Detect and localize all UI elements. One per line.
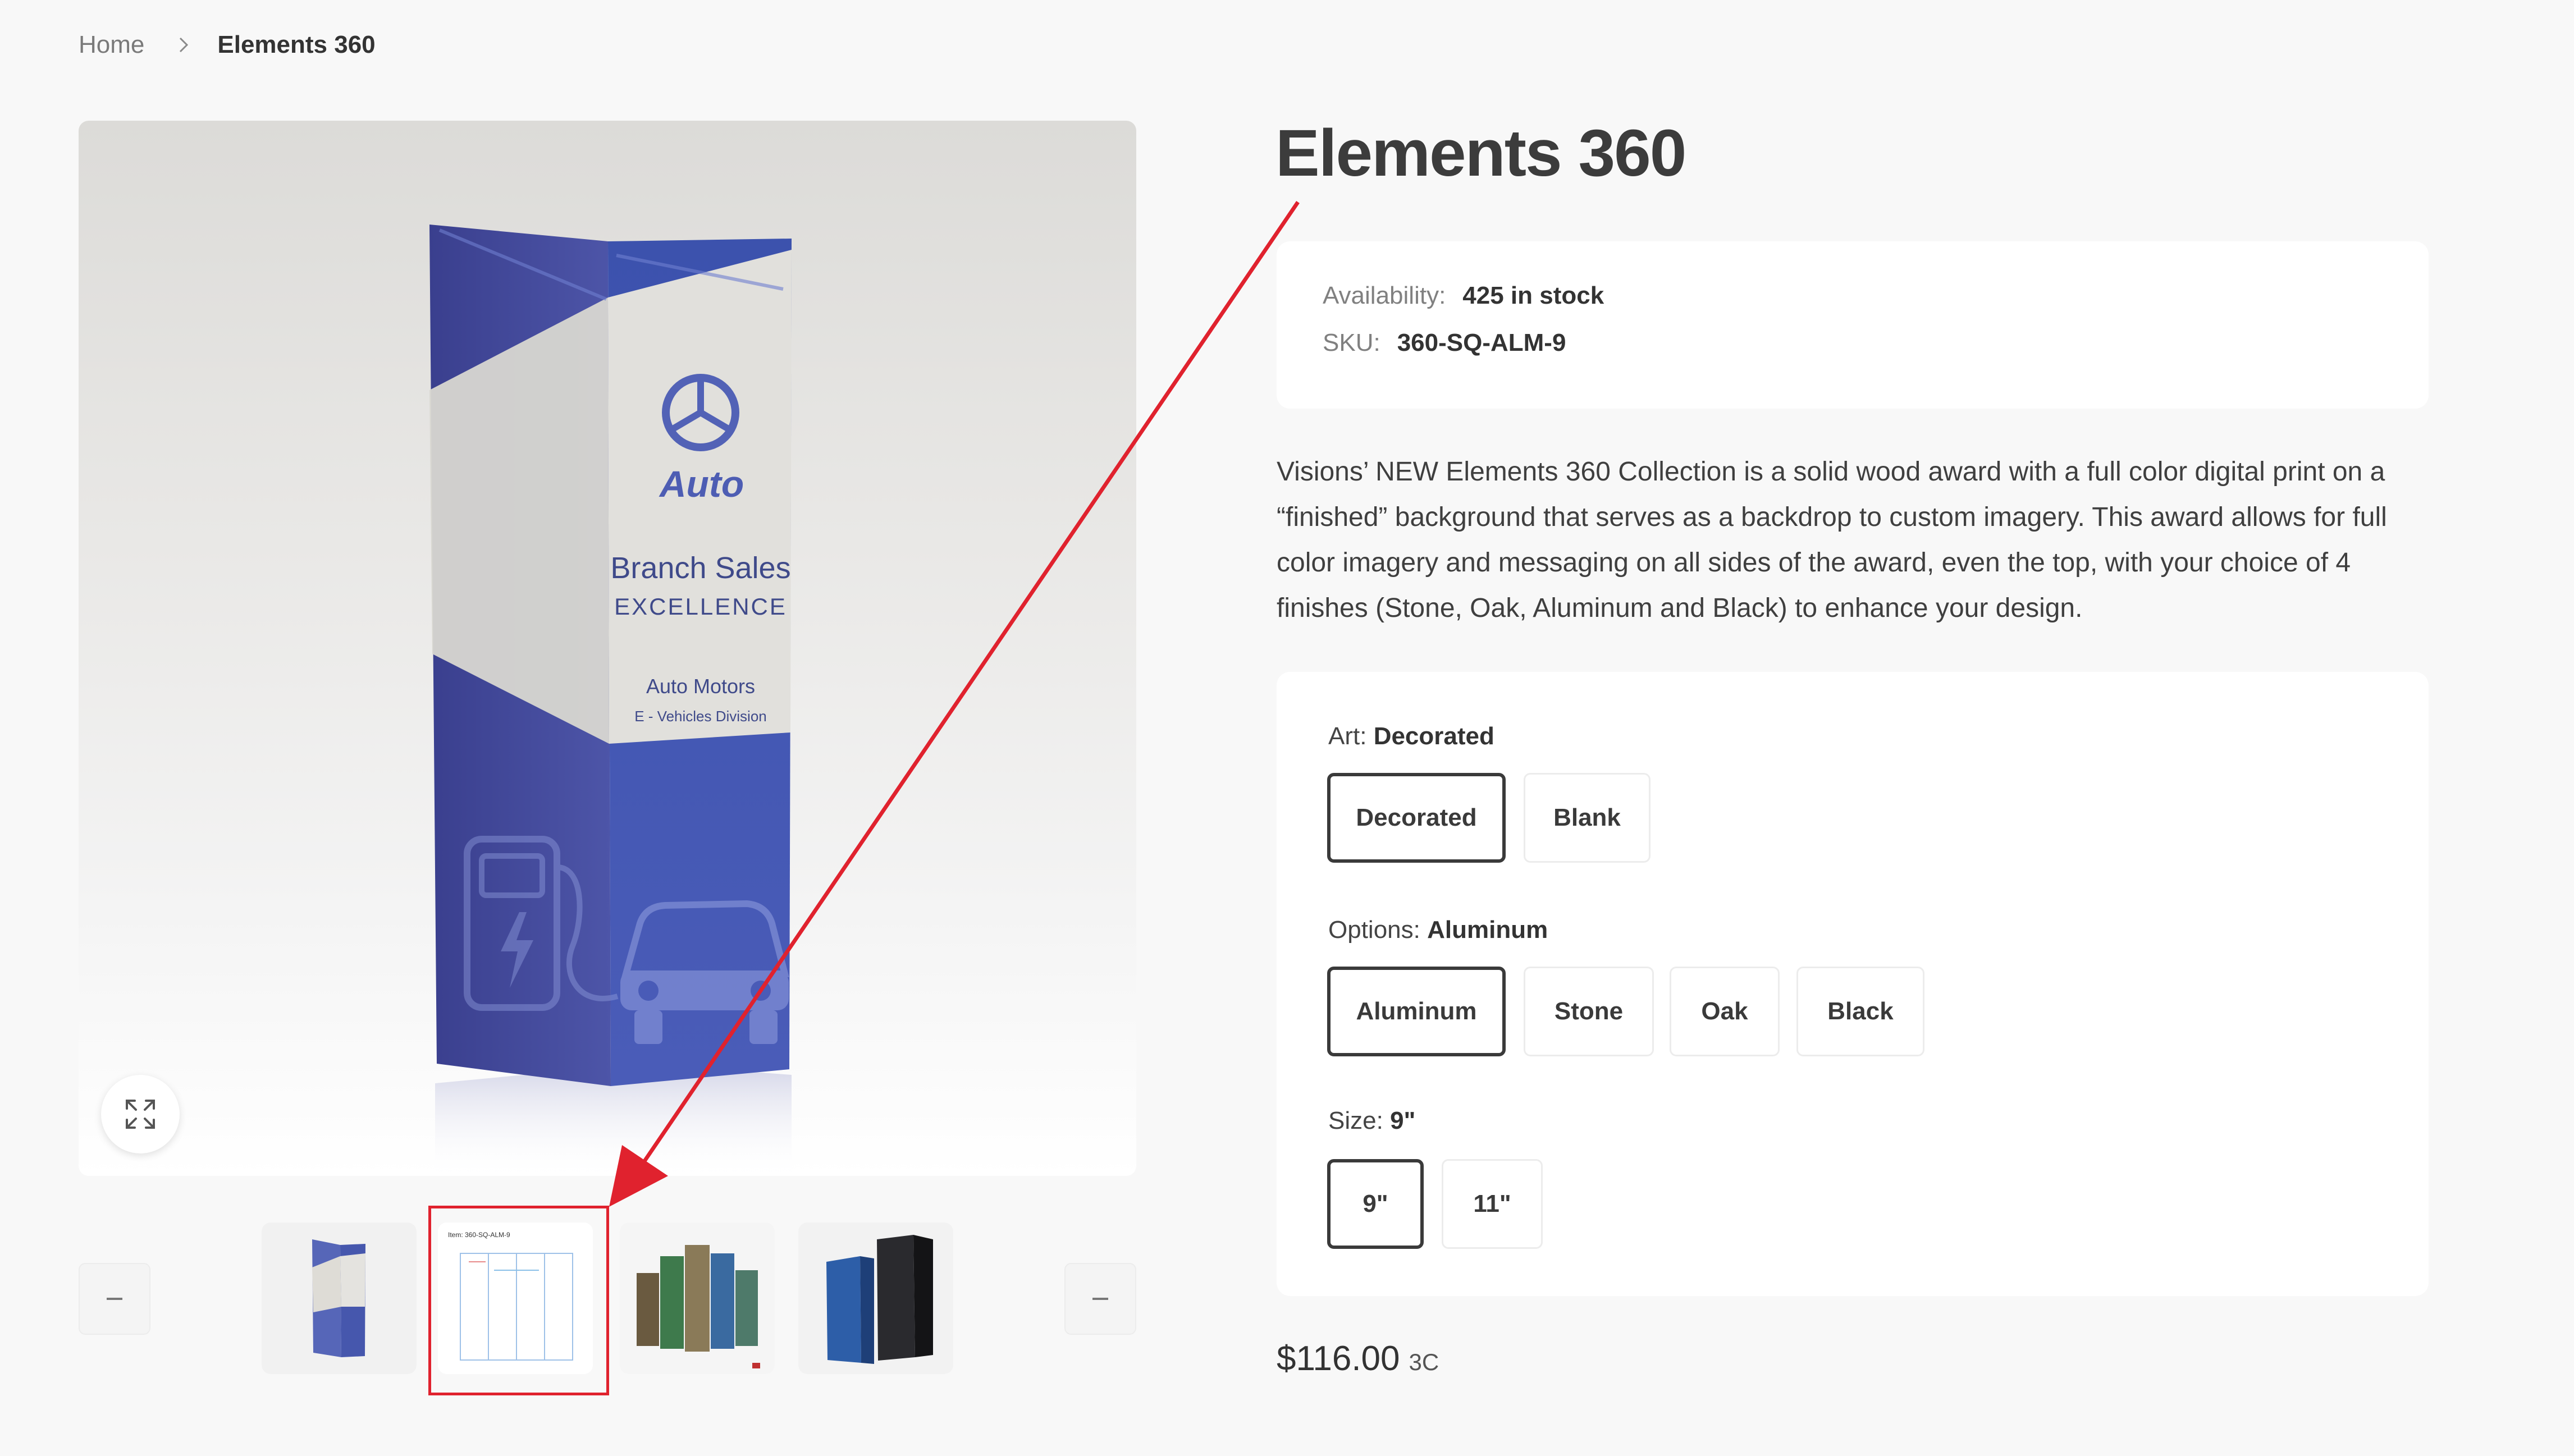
product-page: Home Elements 360 Auto Branch Sales EXCE… [0,0,2574,1456]
award-line1: Branch Sales [610,551,790,585]
award-line2: EXCELLENCE [614,593,787,620]
size-label: Size: [1328,1107,1383,1134]
art-option-label: Art: Decorated [1328,722,1494,750]
art-option-blank[interactable]: Blank [1524,773,1651,863]
main-product-image[interactable]: Auto Branch Sales EXCELLENCE Auto Motors… [79,121,1136,1176]
product-description: Visions’ NEW Elements 360 Collection is … [1277,457,2387,623]
breadcrumb-current: Elements 360 [217,31,376,58]
thumbnail-1[interactable] [262,1223,417,1374]
finish-label: Options: [1328,916,1420,944]
annotation-highlight-box [428,1206,609,1395]
size-option-label: Size: 9" [1328,1107,1415,1135]
finish-selected-value: Aluminum [1427,916,1548,944]
minus-icon [1092,1298,1108,1300]
breadcrumb-home-link[interactable]: Home [79,31,144,59]
finish-option-black[interactable]: Black [1796,967,1924,1056]
chevron-right-icon [180,37,189,53]
art-selected-value: Decorated [1373,722,1494,750]
product-meta-card: Availability: 425 in stock SKU: 360-SQ-A… [1277,241,2429,409]
thumbnail-award-collection [620,1223,775,1374]
thumbnail-award-black-blue [798,1223,953,1374]
availability-label: Availability: [1323,282,1446,309]
finish-option-oak[interactable]: Oak [1670,967,1780,1056]
expand-image-button[interactable] [101,1075,180,1153]
sku-label: SKU: [1323,329,1380,356]
thumbnail-3[interactable] [620,1223,775,1374]
award-logo-text: Auto [659,463,744,505]
finish-option-aluminum[interactable]: Aluminum [1327,967,1506,1056]
award-line3: Auto Motors [646,675,755,698]
price: $116.00 [1277,1339,1400,1378]
art-option-decorated[interactable]: Decorated [1327,773,1506,863]
award-line4: E - Vehicles Division [634,708,767,725]
thumbnail-award-blue-angle [262,1223,417,1374]
page-title: Elements 360 [1275,116,1686,190]
price-row: $116.00 3C [1277,1339,1439,1379]
product-options-card: Art: Decorated Decorated Blank Options: … [1277,672,2429,1296]
thumbnail-next-button[interactable] [1064,1263,1136,1335]
size-selected-value: 9" [1390,1107,1416,1134]
expand-icon [126,1100,155,1129]
thumbnail-4[interactable] [798,1223,953,1374]
minus-icon [107,1298,122,1300]
sku-value: 360-SQ-ALM-9 [1397,329,1566,356]
finish-option-stone[interactable]: Stone [1524,967,1654,1056]
art-label: Art: [1328,722,1367,750]
award-image: Auto Branch Sales EXCELLENCE Auto Motors… [429,225,792,1176]
size-option-11[interactable]: 11" [1442,1159,1543,1249]
thumbnail-prev-button[interactable] [79,1263,150,1335]
availability-row: Availability: 425 in stock [1323,282,1604,310]
availability-value: 425 in stock [1462,282,1604,309]
finish-option-label: Options: Aluminum [1328,916,1548,944]
sku-row: SKU: 360-SQ-ALM-9 [1323,329,1566,357]
breadcrumb: Home Elements 360 [79,31,376,59]
price-code: 3C [1409,1349,1439,1375]
size-option-9[interactable]: 9" [1327,1159,1424,1249]
